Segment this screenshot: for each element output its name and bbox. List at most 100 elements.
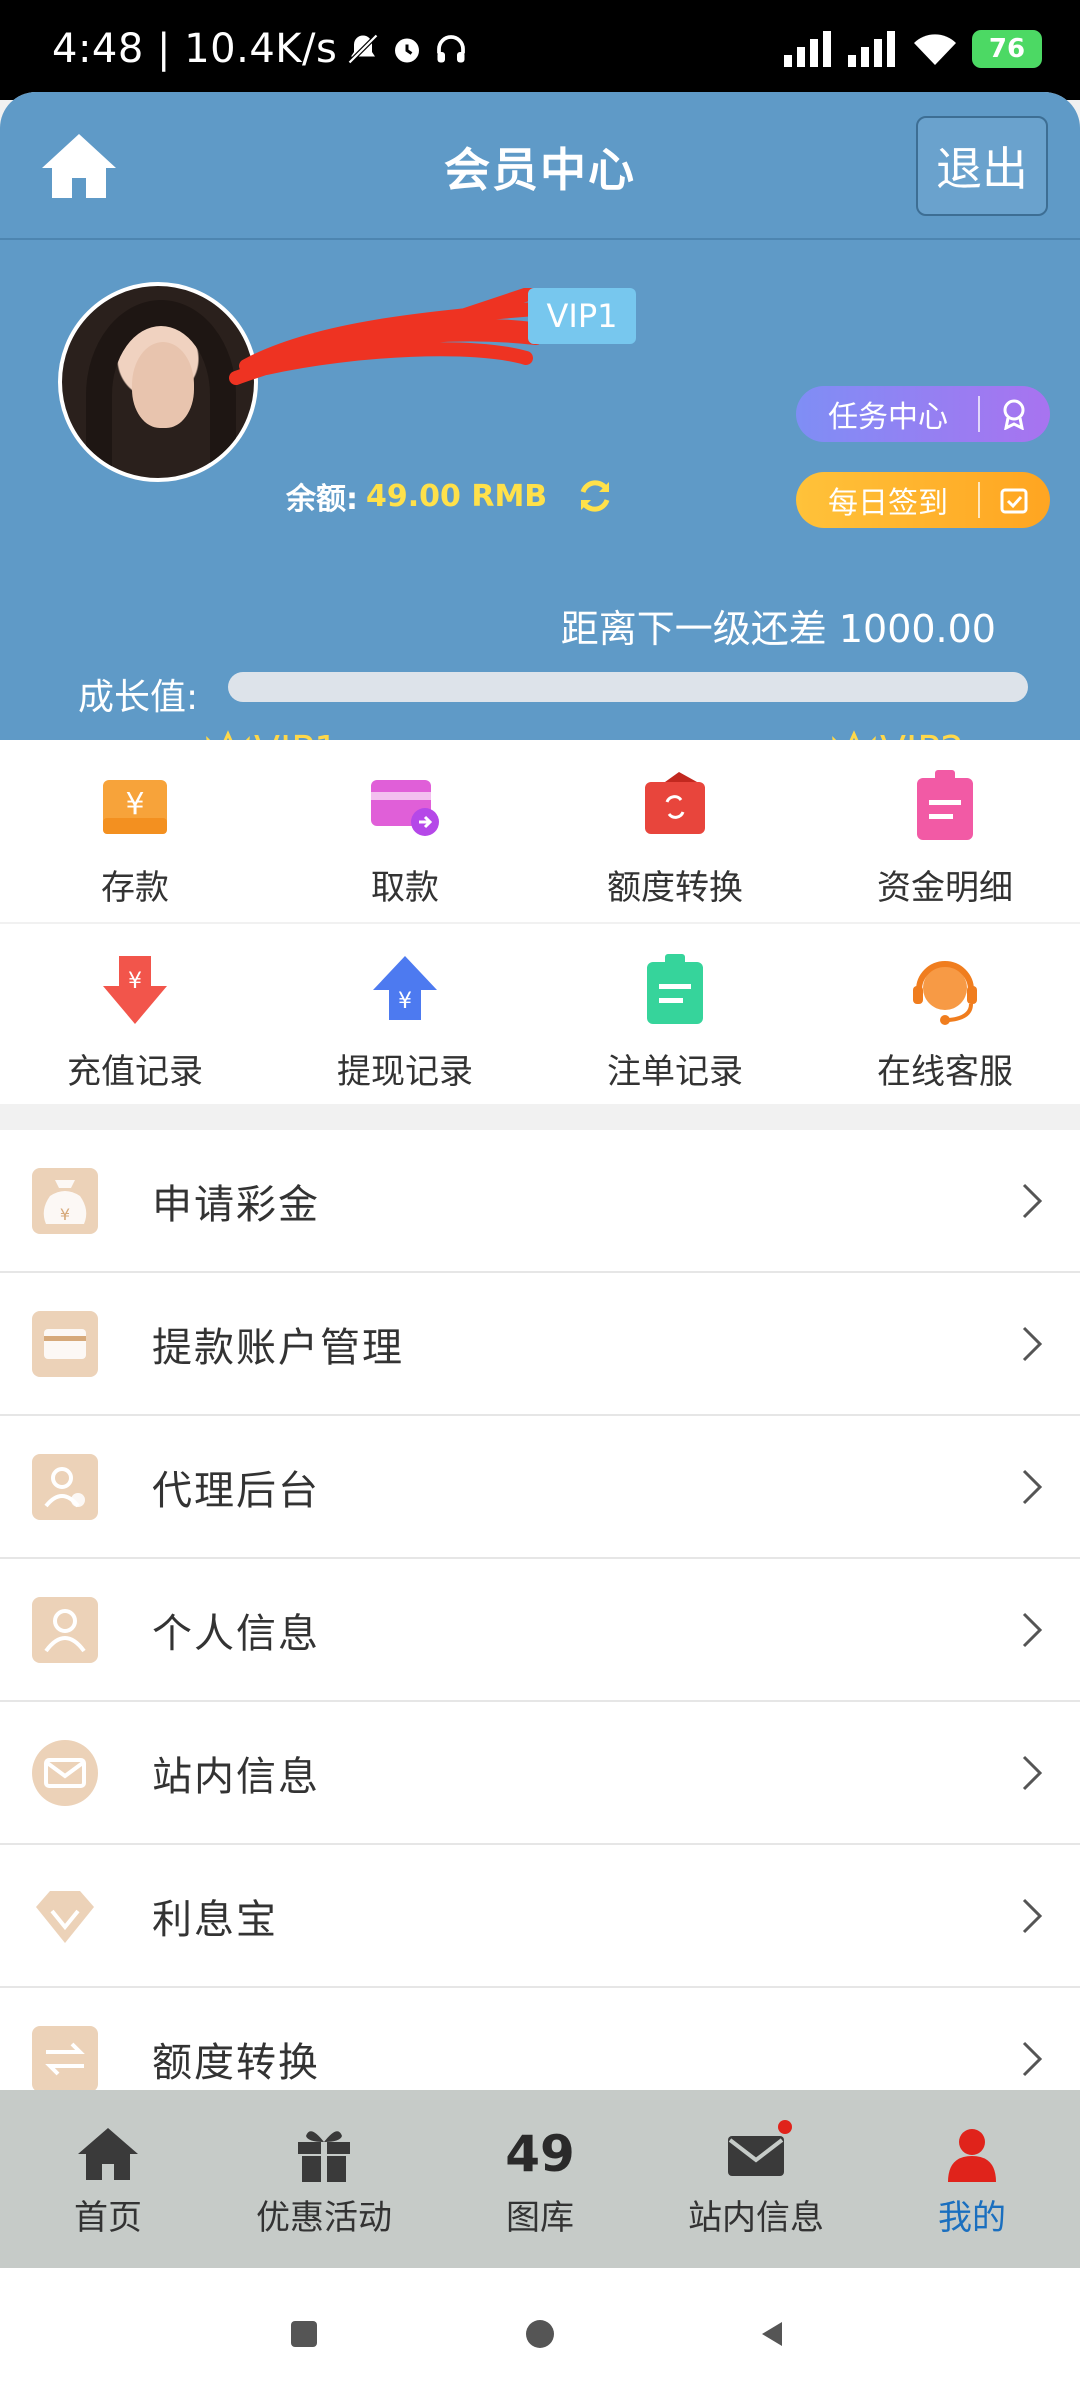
signal-icon-2 xyxy=(848,31,895,67)
menu-label: 个人信息 xyxy=(152,1610,320,1657)
svg-text:¥: ¥ xyxy=(128,969,142,994)
signal-icon xyxy=(784,31,831,67)
deposit-button[interactable]: ¥ 存款 xyxy=(0,740,270,922)
chevron-right-icon xyxy=(1022,1612,1043,1647)
mail-icon xyxy=(728,2136,784,2176)
home-nav-icon[interactable] xyxy=(524,2318,556,2350)
menu-item-interest-treasure[interactable]: 利息宝 xyxy=(0,1845,1080,1988)
daily-signin-label: 每日签到 xyxy=(828,486,948,521)
customer-service-button[interactable]: 在线客服 xyxy=(810,924,1080,1104)
diamond-icon xyxy=(36,1890,94,1943)
user-icon xyxy=(948,2129,996,2182)
chevron-right-icon xyxy=(1022,1469,1043,1504)
refresh-icon[interactable] xyxy=(575,476,615,516)
menu-item-personal-info[interactable]: 个人信息 xyxy=(0,1559,1080,1702)
chevron-right-icon xyxy=(1022,1898,1043,1933)
status-time-group: 4:48 | 10.4K/s xyxy=(52,26,469,72)
task-center-label: 任务中心 xyxy=(828,400,948,435)
pill-separator xyxy=(978,396,980,432)
tab-label: 站内信息 xyxy=(688,2198,824,2238)
recharge-record-label: 充值记录 xyxy=(67,1052,203,1092)
fund-details-label: 资金明细 xyxy=(877,868,1013,908)
wifi-icon xyxy=(914,34,956,65)
status-indicators: 76 xyxy=(784,30,1042,68)
chevron-right-icon xyxy=(1022,1326,1043,1361)
tab-gallery[interactable]: 49 图库 xyxy=(432,2090,648,2268)
system-nav-bar xyxy=(0,2268,1080,2400)
status-bar: 4:48 | 10.4K/s 76 xyxy=(0,0,1080,100)
tab-mine[interactable]: 我的 xyxy=(864,2090,1080,2268)
svg-text:¥: ¥ xyxy=(60,1205,70,1224)
tab-home[interactable]: 首页 xyxy=(0,2090,216,2268)
unread-dot xyxy=(778,2120,792,2134)
withdraw-card-icon xyxy=(371,780,439,836)
customer-service-label: 在线客服 xyxy=(877,1052,1013,1092)
money-bag-icon: ¥ xyxy=(32,1167,98,1234)
withdraw-record-button[interactable]: ¥ 提现记录 xyxy=(270,924,540,1104)
tab-label: 我的 xyxy=(938,2198,1006,2238)
header: 会员中心 退出 xyxy=(0,92,1080,240)
deposit-wallet-icon: ¥ xyxy=(103,780,167,834)
recharge-record-icon: ¥ xyxy=(103,956,167,1024)
daily-signin-button[interactable]: 每日签到 xyxy=(796,472,1050,528)
quick-actions-row-1: ¥ 存款 取款 额度转换 资金明细 xyxy=(0,740,1080,922)
member-center-page: 会员中心 退出 VIP1 余额: 49.00 RMB 任务中心 每日签到 距离下… xyxy=(0,92,1080,2272)
tab-site-messages[interactable]: 站内信息 xyxy=(648,2090,864,2268)
gift-icon xyxy=(298,2131,350,2182)
home-icon xyxy=(78,2128,138,2180)
recharge-record-button[interactable]: ¥ 充值记录 xyxy=(0,924,270,1104)
menu-label: 提款账户管理 xyxy=(152,1324,404,1371)
status-time: 4:48 | 10.4K/s xyxy=(52,26,338,72)
balance-label: 余额: xyxy=(286,482,358,517)
menu-item-apply-bonus[interactable]: ¥ 申请彩金 xyxy=(0,1130,1080,1273)
mute-bell-icon xyxy=(348,33,379,65)
menu-label: 额度转换 xyxy=(152,2039,320,2086)
balance-amount: 49.00 RMB xyxy=(366,478,548,514)
withdraw-record-label: 提现记录 xyxy=(337,1052,473,1092)
pill-separator-2 xyxy=(978,482,980,518)
logout-button[interactable]: 退出 xyxy=(916,116,1048,216)
menu-item-agent-backend[interactable]: 代理后台 xyxy=(0,1416,1080,1559)
deposit-label: 存款 xyxy=(101,868,169,908)
transfer-button[interactable]: 额度转换 xyxy=(540,740,810,922)
menu-item-withdraw-account[interactable]: 提款账户管理 xyxy=(0,1273,1080,1416)
withdraw-label: 取款 xyxy=(371,868,439,908)
calendar-check-icon xyxy=(1000,488,1028,514)
fund-details-icon xyxy=(917,770,973,840)
agent-icon xyxy=(32,1453,98,1520)
tab-label: 图库 xyxy=(506,2198,574,2238)
menu-label: 申请彩金 xyxy=(152,1181,320,1228)
menu-label: 代理后台 xyxy=(152,1467,320,1514)
quick-actions-row-2: ¥ 充值记录 ¥ 提现记录 注单记录 在线客服 xyxy=(0,924,1080,1104)
bet-record-icon xyxy=(647,954,703,1024)
growth-label: 成长值: xyxy=(78,677,199,718)
tab-label: 首页 xyxy=(74,2198,142,2238)
menu-list: ¥ 申请彩金 提款账户管理 代理后台 个人信息 站内信息 利息宝 额度转换 xyxy=(0,1130,1080,2131)
redacted-username xyxy=(229,288,563,385)
bet-record-button[interactable]: 注单记录 xyxy=(540,924,810,1104)
mail-icon xyxy=(32,1739,98,1806)
svg-text:¥: ¥ xyxy=(125,787,144,822)
alarm-icon xyxy=(395,38,420,63)
bottom-tab-bar: 首页 优惠活动 49 图库 站内信息 我的 xyxy=(0,2090,1080,2268)
menu-item-site-messages[interactable]: 站内信息 xyxy=(0,1702,1080,1845)
gallery-49-icon: 49 xyxy=(505,2125,575,2183)
bet-record-label: 注单记录 xyxy=(607,1052,743,1092)
balance-row: 余额: 49.00 RMB xyxy=(286,474,615,518)
tab-promotions[interactable]: 优惠活动 xyxy=(216,2090,432,2268)
menu-label: 利息宝 xyxy=(152,1896,278,1943)
medal-icon xyxy=(1003,399,1025,430)
next-level-text: 距离下一级还差 1000.00 xyxy=(560,607,996,651)
recents-icon[interactable] xyxy=(288,2318,320,2350)
chevron-right-icon xyxy=(1022,1183,1043,1218)
fund-details-button[interactable]: 资金明细 xyxy=(810,740,1080,922)
tab-label: 优惠活动 xyxy=(256,2198,392,2238)
back-icon[interactable] xyxy=(756,2318,788,2350)
transfer-wallet-icon xyxy=(645,772,705,834)
profile-card: VIP1 余额: 49.00 RMB 任务中心 每日签到 距离下一级还差 100… xyxy=(0,240,1080,806)
task-center-button[interactable]: 任务中心 xyxy=(796,386,1050,442)
withdraw-button[interactable]: 取款 xyxy=(270,740,540,922)
headphones-icon xyxy=(437,35,466,63)
customer-service-icon xyxy=(913,961,977,1025)
avatar-face xyxy=(132,342,194,428)
